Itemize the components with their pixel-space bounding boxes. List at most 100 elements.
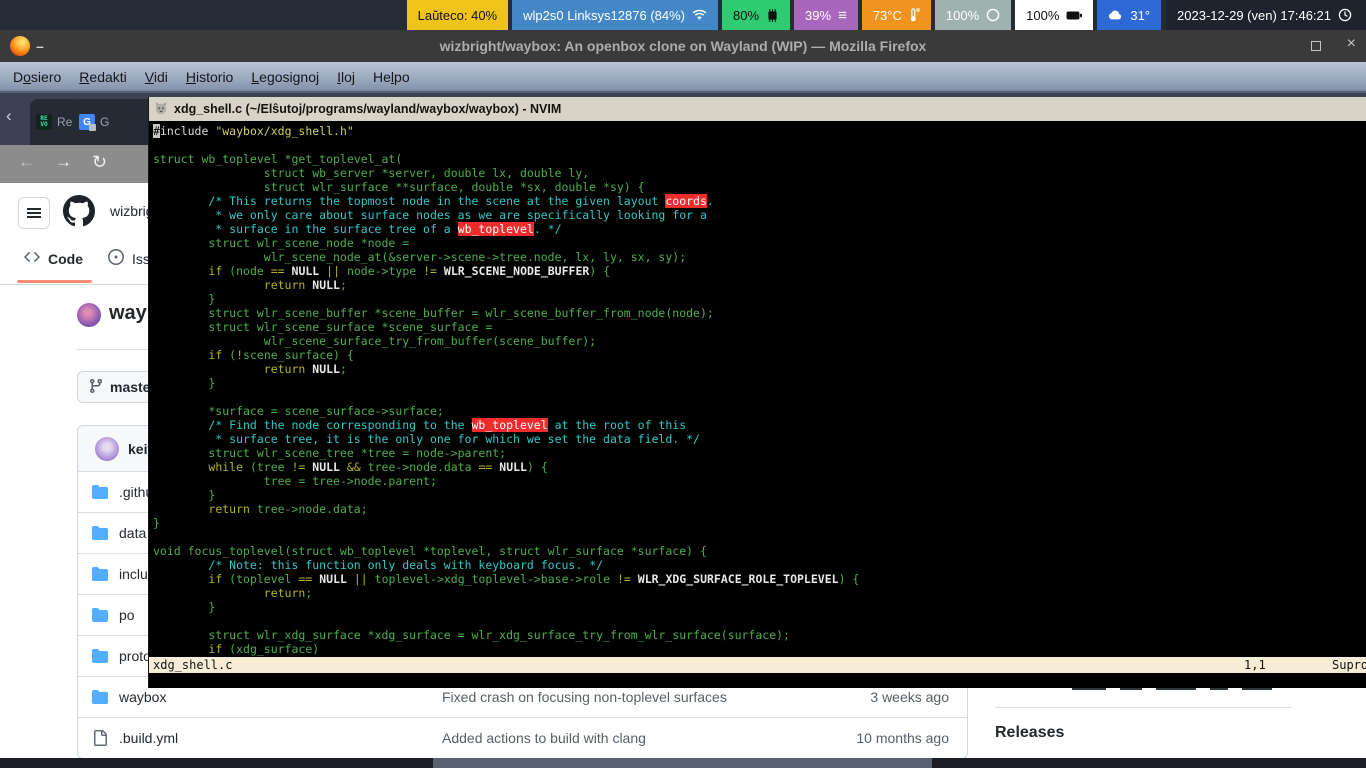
folder-icon bbox=[92, 566, 108, 582]
volume-label: Laŭteco: 40% bbox=[418, 8, 498, 23]
menu-iloj[interactable]: Iloj bbox=[328, 65, 364, 89]
folder-icon bbox=[92, 525, 108, 541]
active-tab-underline bbox=[17, 280, 92, 283]
window-title: wizbright/waybox: An openbox clone on Wa… bbox=[0, 30, 1366, 62]
releases-heading: Releases bbox=[995, 724, 1064, 742]
commit-date: 3 weeks ago bbox=[809, 689, 967, 705]
weather-label: 31° bbox=[1130, 8, 1150, 23]
menu-vidi[interactable]: Vidi bbox=[136, 65, 177, 89]
code-line: } bbox=[153, 292, 1366, 306]
cpu-segment: 80% bbox=[722, 0, 790, 30]
code-line: return NULL; bbox=[153, 362, 1366, 376]
statusline-filename: xdg_shell.c bbox=[153, 657, 232, 673]
code-line: } bbox=[153, 516, 1366, 530]
table-row[interactable]: .build.ymlAdded actions to build with cl… bbox=[78, 717, 967, 758]
system-status-bar: Laŭteco: 40% wlp2s0 Linksys12876 (84%) 8… bbox=[0, 0, 1366, 30]
google-translate-favicon: G bbox=[79, 114, 95, 130]
menu-redakti[interactable]: Redakti bbox=[70, 65, 135, 89]
battery-segment: 100% bbox=[1015, 0, 1093, 30]
code-line: struct wlr_scene_node *node = bbox=[153, 236, 1366, 250]
hamburger-icon bbox=[27, 212, 41, 214]
close-button[interactable]: × bbox=[1347, 35, 1356, 53]
code-line: } bbox=[153, 376, 1366, 390]
file-name[interactable]: .build.yml bbox=[119, 730, 442, 746]
code-line: struct wb_toplevel *get_toplevel_at( bbox=[153, 152, 1366, 166]
clock-segment: 2023-12-29 (ven) 17:46:21 bbox=[1166, 0, 1366, 30]
nvim-command-line bbox=[149, 673, 1366, 688]
code-line: return; bbox=[153, 586, 1366, 600]
clock-label: 2023-12-29 (ven) 17:46:21 bbox=[1177, 8, 1331, 23]
code-line: } bbox=[153, 488, 1366, 502]
code-line: struct wlr_scene_surface *scene_surface … bbox=[153, 320, 1366, 334]
reload-icon[interactable]: ↻ bbox=[92, 152, 107, 173]
wifi-label: wlp2s0 Linksys12876 (84%) bbox=[523, 8, 685, 23]
repo-owner-avatar[interactable] bbox=[77, 303, 101, 327]
nvim-titlebar[interactable]: xdg_shell.c (~/Elŝutoj/programs/wayland/… bbox=[149, 97, 1366, 121]
code-line: if (xdg_surface) bbox=[153, 642, 1366, 656]
back-icon[interactable]: ← bbox=[18, 152, 35, 172]
code-line bbox=[153, 614, 1366, 628]
menu-dosiero[interactable]: Dosiero bbox=[4, 65, 70, 89]
tab-code[interactable]: Code bbox=[24, 249, 83, 268]
code-line: * surface in the surface tree of a wb_to… bbox=[153, 222, 1366, 236]
horizontal-scrollbar-thumb[interactable] bbox=[433, 758, 932, 768]
menu-historio[interactable]: Historio bbox=[177, 65, 242, 89]
nvim-window: xdg_shell.c (~/Elŝutoj/programs/wayland/… bbox=[148, 97, 1366, 688]
menu-helpo[interactable]: Helpo bbox=[364, 65, 419, 89]
nvim-statusline: xdg_shell.c 1,1 Supro bbox=[149, 657, 1366, 673]
battery-icon bbox=[1066, 11, 1082, 20]
cpu-chip-icon bbox=[766, 9, 779, 22]
battery-label: 100% bbox=[1026, 8, 1059, 23]
code-line: wlr_scene_node_at(&server->scene->tree.n… bbox=[153, 250, 1366, 264]
sidebar-divider bbox=[995, 707, 1292, 708]
weather-segment: 31° bbox=[1097, 0, 1161, 30]
thermometer-icon bbox=[909, 8, 920, 22]
menu-legosignoj[interactable]: Legosignoj bbox=[242, 65, 328, 89]
firefox-menubar: Dosiero Redakti Vidi Historio Legosignoj… bbox=[0, 62, 1366, 93]
issues-icon bbox=[108, 249, 124, 268]
code-line: #include "waybox/xdg_shell.h" bbox=[153, 124, 1366, 138]
code-line: *surface = scene_surface->surface; bbox=[153, 404, 1366, 418]
commit-author-avatar[interactable] bbox=[95, 437, 119, 461]
memory-segment: 39% ≡ bbox=[794, 0, 858, 30]
list-icon: ≡ bbox=[838, 7, 847, 24]
maximize-button[interactable] bbox=[1311, 41, 1321, 51]
code-line: /* This returns the topmost node in the … bbox=[153, 194, 1366, 208]
desktop: Laŭteco: 40% wlp2s0 Linksys12876 (84%) 8… bbox=[0, 0, 1366, 768]
tab-code-label: Code bbox=[48, 251, 83, 267]
code-line: if (node == NULL || node->type != WLR_SC… bbox=[153, 264, 1366, 278]
revo-favicon: REVO bbox=[36, 114, 52, 130]
cloud-icon bbox=[1108, 10, 1123, 20]
code-line bbox=[153, 530, 1366, 544]
temperature-label: 73°C bbox=[873, 8, 902, 23]
temperature-segment: 73°C bbox=[862, 0, 931, 30]
forward-icon[interactable]: → bbox=[55, 152, 72, 172]
code-line: return tree->node.data; bbox=[153, 502, 1366, 516]
kitty-cat-icon bbox=[154, 101, 168, 118]
code-line bbox=[153, 390, 1366, 404]
code-line: struct wlr_xdg_surface *xdg_surface = wl… bbox=[153, 628, 1366, 642]
commit-message[interactable]: Added actions to build with clang bbox=[442, 730, 809, 746]
code-line: struct wb_server *server, double lx, dou… bbox=[153, 166, 1366, 180]
file-name[interactable]: waybox bbox=[119, 689, 442, 705]
code-line: if (toplevel == NULL || toplevel->xdg_to… bbox=[153, 572, 1366, 586]
tab-label: Re bbox=[57, 115, 72, 129]
commit-message[interactable]: Fixed crash on focusing non-toplevel sur… bbox=[442, 689, 809, 705]
folder-icon bbox=[92, 648, 108, 664]
hamburger-menu-button[interactable] bbox=[18, 197, 50, 229]
firefox-titlebar[interactable]: – wizbright/waybox: An openbox clone on … bbox=[0, 30, 1366, 62]
code-line: while (tree != NULL && tree->node.data =… bbox=[153, 460, 1366, 474]
code-line: struct wlr_scene_buffer *scene_buffer = … bbox=[153, 306, 1366, 320]
disk-label: 100% bbox=[946, 8, 979, 23]
wifi-segment: wlp2s0 Linksys12876 (84%) bbox=[512, 0, 718, 30]
git-branch-icon bbox=[88, 378, 104, 397]
tab-scroll-left-icon[interactable]: ‹ bbox=[6, 106, 12, 126]
nvim-window-title: xdg_shell.c (~/Elŝutoj/programs/wayland/… bbox=[174, 102, 561, 116]
nvim-terminal[interactable]: #include "waybox/xdg_shell.h" struct wb_… bbox=[149, 121, 1366, 657]
code-line: * surface tree, it is the only one for w… bbox=[153, 432, 1366, 446]
circle-icon bbox=[986, 8, 1000, 22]
statusline-cursor-position: 1,1 bbox=[1244, 657, 1266, 673]
github-logo-icon[interactable] bbox=[63, 195, 95, 227]
code-line: wlr_scene_surface_try_from_buffer(scene_… bbox=[153, 334, 1366, 348]
wifi-icon bbox=[692, 9, 707, 21]
